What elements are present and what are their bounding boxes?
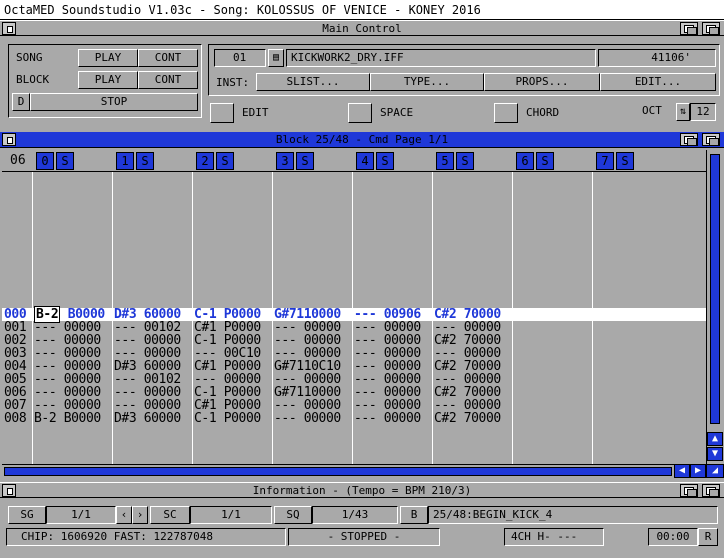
oct-value[interactable]: 12 — [690, 103, 716, 121]
edit-toggle-label: EDIT — [242, 106, 269, 119]
prev-section-button[interactable]: ‹ — [116, 506, 132, 524]
sg-value: 1/1 — [46, 506, 116, 524]
note-cell-track-5[interactable]: C#2 70000 — [434, 412, 501, 425]
line-number: 008 — [4, 411, 27, 426]
track-5-solo-button[interactable]: S — [456, 152, 474, 170]
memory-info: CHIP: 1606920 FAST: 122787048 — [6, 528, 286, 546]
channel-display: 4CH H- --- — [504, 528, 604, 546]
information-titlebar[interactable]: Information - (Tempo = BPM 210/3) — [0, 482, 724, 498]
track-1-mute-button[interactable]: 1 — [116, 152, 134, 170]
next-section-button[interactable]: › — [132, 506, 148, 524]
vertical-scrollbar[interactable]: ▲ ▼ — [706, 150, 724, 464]
note-cell-track-3[interactable]: --- 00000 — [274, 412, 341, 425]
pattern-editor[interactable]: 000 B-2 B0000 D#3 60000 C-1 P0000 G#7110000-… — [2, 172, 706, 464]
song-play-button[interactable]: PLAY — [78, 49, 138, 67]
sc-value: 1/1 — [190, 506, 272, 524]
track-0-solo-button[interactable]: S — [56, 152, 74, 170]
time-display: 00:00 — [648, 528, 698, 546]
track-4-solo-button[interactable]: S — [376, 152, 394, 170]
track-6-solo-button[interactable]: S — [536, 152, 554, 170]
track-7-mute-button[interactable]: 7 — [596, 152, 614, 170]
track-5-mute-button[interactable]: 5 — [436, 152, 454, 170]
depth-icon[interactable] — [702, 133, 720, 146]
oct-cycle-icon[interactable]: ⇅ — [676, 103, 690, 121]
track-0-mute-button[interactable]: 0 — [36, 152, 54, 170]
scroll-down-icon[interactable]: ▼ — [707, 447, 723, 461]
instrument-number[interactable]: 01 — [214, 49, 266, 67]
type-button[interactable]: TYPE... — [370, 73, 484, 91]
zoom-icon[interactable] — [680, 133, 698, 146]
track-2-mute-button[interactable]: 2 — [196, 152, 214, 170]
zoom-icon[interactable] — [680, 22, 698, 35]
main-control-titlebar[interactable]: Main Control — [0, 20, 724, 36]
window-title: Information - (Tempo = BPM 210/3) — [252, 484, 472, 497]
track-3-mute-button[interactable]: 3 — [276, 152, 294, 170]
reset-time-button[interactable]: R — [698, 528, 718, 546]
size-gadget-icon[interactable]: ◢ — [706, 464, 724, 478]
track-1-solo-button[interactable]: S — [136, 152, 154, 170]
depth-icon[interactable] — [702, 22, 720, 35]
edit-menu-button[interactable]: EDIT... — [600, 73, 716, 91]
lines-label: 06 — [10, 153, 26, 168]
props-button[interactable]: PROPS... — [484, 73, 600, 91]
space-toggle-label: SPACE — [380, 106, 414, 119]
edit-toggle[interactable] — [210, 103, 234, 123]
track-7-solo-button[interactable]: S — [616, 152, 634, 170]
track-3-solo-button[interactable]: S — [296, 152, 314, 170]
pattern-row[interactable]: 008 B-2 B0000 D#3 60000 C-1 P0000 --- 00000-… — [2, 412, 706, 425]
instrument-name-field[interactable]: KICKWORK2_DRY.IFF — [286, 49, 596, 67]
oct-label: OCT — [642, 104, 662, 117]
song-cont-button[interactable]: CONT — [138, 49, 198, 67]
block-editor-titlebar[interactable]: Block 25/48 - Cmd Page 1/1 — [0, 132, 724, 148]
sc-button[interactable]: SC — [150, 506, 190, 524]
close-icon[interactable] — [2, 22, 16, 35]
screen-title: OctaMED Soundstudio V1.03c - Song: KOLOS… — [0, 0, 724, 20]
chord-toggle[interactable] — [494, 103, 518, 123]
sq-button[interactable]: SQ — [274, 506, 312, 524]
window-title: Block 25/48 - Cmd Page 1/1 — [275, 133, 449, 146]
inst-label: INST: — [216, 76, 250, 89]
song-label: SONG — [16, 51, 43, 64]
note-cell-track-2[interactable]: C-1 P0000 — [194, 412, 261, 425]
track-4-mute-button[interactable]: 4 — [356, 152, 374, 170]
close-icon[interactable] — [2, 133, 16, 146]
d-button[interactable]: D — [12, 93, 30, 111]
sq-value: 1/43 — [312, 506, 398, 524]
sg-button[interactable]: SG — [8, 506, 46, 524]
scroll-left-icon[interactable]: ◀ — [674, 464, 690, 478]
stop-button[interactable]: STOP — [30, 93, 198, 111]
instrument-length: 41106' — [598, 49, 716, 67]
b-button[interactable]: B — [400, 506, 428, 524]
track-2-solo-button[interactable]: S — [216, 152, 234, 170]
instrument-load-icon[interactable]: ▤ — [268, 49, 284, 67]
space-toggle[interactable] — [348, 103, 372, 123]
slist-button[interactable]: SLIST... — [256, 73, 370, 91]
scroll-right-icon[interactable]: ▶ — [690, 464, 706, 478]
scroll-up-icon[interactable]: ▲ — [707, 432, 723, 446]
horizontal-scrollbar[interactable] — [2, 464, 674, 478]
horizontal-scroll-thumb[interactable] — [4, 467, 672, 476]
chord-toggle-label: CHORD — [526, 106, 560, 119]
zoom-icon[interactable] — [680, 484, 698, 497]
status-display: - STOPPED - — [288, 528, 440, 546]
depth-icon[interactable] — [702, 484, 720, 497]
window-title: Main Control — [322, 22, 402, 35]
track-6-mute-button[interactable]: 6 — [516, 152, 534, 170]
vertical-scroll-thumb[interactable] — [710, 154, 720, 424]
note-cell-track-0[interactable]: B-2 B0000 — [34, 412, 101, 425]
block-label: BLOCK — [16, 73, 50, 86]
note-cell-track-4[interactable]: --- 00000 — [354, 412, 421, 425]
close-icon[interactable] — [2, 484, 16, 497]
note-cell-track-1[interactable]: D#3 60000 — [114, 412, 181, 425]
block-cont-button[interactable]: CONT — [138, 71, 198, 89]
block-name-field[interactable]: 25/48:BEGIN_KICK_4 — [428, 506, 718, 524]
block-play-button[interactable]: PLAY — [78, 71, 138, 89]
